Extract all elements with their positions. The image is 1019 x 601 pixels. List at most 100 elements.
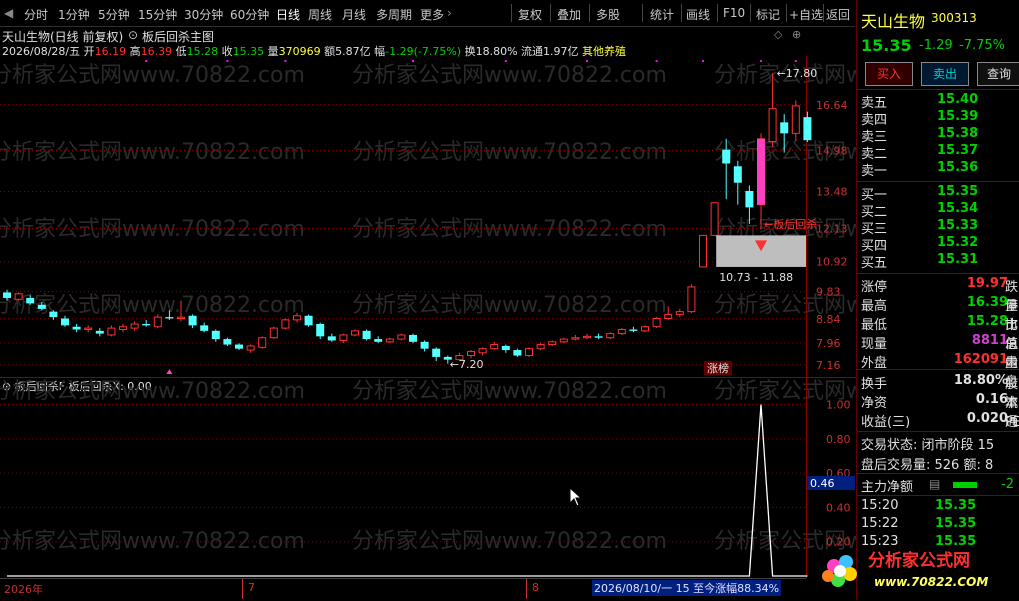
price-axis-label: 14.98: [816, 144, 848, 157]
mouse-cursor-icon: [569, 487, 583, 507]
tab-5min[interactable]: 5分钟: [98, 6, 130, 23]
candle: [675, 308, 684, 318]
draw-line-button[interactable]: 画线: [686, 6, 710, 23]
tab-30min[interactable]: 30分钟: [184, 6, 223, 23]
month-8-label: 8: [532, 581, 539, 594]
watermark-text: 分析家公式网www.70822.com: [0, 379, 305, 404]
tab-fenshi[interactable]: 分时: [24, 6, 48, 23]
f10-button[interactable]: F10: [723, 6, 745, 20]
stat-row: 换手 18.80% 股本: [857, 373, 1019, 411]
candle: [548, 340, 557, 346]
tab-15min[interactable]: 15分钟: [138, 6, 177, 23]
signal-dot: [794, 60, 797, 62]
candle: [223, 337, 232, 346]
signal-dot: [655, 60, 658, 62]
period-toolbar: ◀ 分时 1分钟 5分钟 15分钟 30分钟 60分钟 日线 周线 月线 多周期…: [0, 0, 855, 27]
stock-name: 天山生物: [861, 12, 926, 31]
fuquan-button[interactable]: 复权: [518, 6, 542, 23]
candlestick-chart[interactable]: 分析家公式网www.70822.com 分析家公式网www.70822.com 分析…: [0, 56, 856, 378]
price-axis-label: 9.83: [816, 286, 841, 299]
bid-row: 买五 15.31: [857, 252, 1019, 271]
mark-button[interactable]: 标记: [756, 6, 780, 23]
candle: [200, 322, 209, 333]
ask-row: 卖二 15.37: [857, 143, 1019, 162]
watermark-text: 分析家公式网www.70822.com: [352, 379, 667, 404]
main-net-value: -2: [1001, 477, 1014, 492]
gap-range-label: 10.73 - 11.88: [719, 271, 793, 284]
watermark-text: 分析家公式网www.70822.com: [0, 63, 305, 88]
chevron-right-icon[interactable]: ›: [447, 6, 452, 20]
table-icon[interactable]: ▤: [929, 477, 940, 491]
candle: [606, 332, 615, 340]
scroll-left-icon[interactable]: ◀: [4, 6, 13, 20]
candle: [211, 329, 220, 342]
tab-60min[interactable]: 60分钟: [230, 6, 269, 23]
stat-label: 最低: [861, 318, 888, 333]
gap-range-box: [716, 235, 806, 267]
date-axis: 2026年 7 8 2026/08/10/一 15 至今涨幅88.34%: [0, 578, 806, 601]
indicator-axis-label: 0.40: [826, 501, 851, 514]
candle: [432, 347, 441, 362]
tab-1min[interactable]: 1分钟: [58, 6, 90, 23]
candle: [258, 336, 267, 349]
tick-time: 15:22: [861, 516, 899, 531]
cursor-value: 0.46: [810, 477, 835, 490]
watermark-text: 分析家公式网www.70822.com: [0, 140, 305, 165]
watermark-text: 分析家公式网www.70822.com: [0, 217, 305, 242]
stats-button[interactable]: 统计: [650, 6, 674, 23]
candle: [235, 343, 243, 351]
tab-monthly[interactable]: 月线: [342, 6, 366, 23]
tab-multi-period[interactable]: 多周期: [376, 6, 412, 23]
signal-dot: [586, 60, 588, 62]
signal-dot: [226, 60, 229, 62]
overlay-button[interactable]: 叠加: [557, 6, 581, 23]
bid-price: 15.32: [937, 235, 979, 250]
formula-dropdown-icon[interactable]: ⊙: [128, 28, 138, 42]
stat-value: 0.020: [966, 411, 1008, 426]
query-button[interactable]: 查询: [977, 62, 1019, 86]
candle: [478, 347, 487, 356]
candle: [687, 284, 696, 314]
candle: [525, 347, 533, 357]
candle: [327, 333, 336, 342]
price-axis-label: 13.48: [816, 185, 848, 198]
zhangbang-label: 涨榜: [707, 361, 729, 375]
zoom-icon[interactable]: ⊕: [792, 28, 801, 41]
candle: [351, 329, 359, 337]
candle: [316, 322, 325, 340]
stat-row: 收益(三) 0.020PE(动: [857, 411, 1019, 430]
candle: [281, 318, 290, 330]
stat-row: 现量 8811 总量: [857, 333, 1019, 371]
watermark-text: 分析家公式网www.70822.com: [352, 293, 667, 318]
candle: [420, 340, 429, 352]
tab-weekly[interactable]: 周线: [308, 6, 332, 23]
stat-row: 最高 16.39 量比: [857, 295, 1019, 333]
flower-logo-icon: [822, 555, 857, 587]
price-axis-label: 16.64: [816, 99, 848, 112]
candle: [641, 325, 649, 333]
signal-dot: [145, 60, 148, 62]
candle: [710, 202, 719, 236]
price-change: -1.29: [919, 38, 953, 53]
sell-button[interactable]: 卖出: [921, 62, 969, 86]
stat-row: 最低 15.28 市值: [857, 314, 1019, 352]
ask-label: 卖一: [861, 164, 888, 179]
logo-url: www.70822.COM: [874, 575, 988, 589]
candle: [374, 336, 383, 344]
stat-label: 现量: [861, 337, 888, 352]
back-button[interactable]: 返回: [826, 6, 850, 23]
site-logo: 分析家公式网 www.70822.COM: [822, 550, 988, 589]
indicator-chart[interactable]: 分析家公式网www.70822.com 分析家公式网www.70822.com 分析…: [0, 378, 856, 578]
logo-cn: 分析家公式网: [868, 550, 970, 571]
add-watchlist-button[interactable]: +自选: [789, 6, 823, 23]
tab-more[interactable]: 更多: [420, 6, 444, 23]
tab-daily[interactable]: 日线: [276, 6, 300, 23]
candle: [583, 333, 591, 340]
month-7-label: 7: [248, 581, 255, 594]
diamond-icon[interactable]: ◇: [774, 28, 782, 41]
candle: [791, 100, 800, 142]
multi-stock-button[interactable]: 多股: [596, 6, 620, 23]
price-axis-label: 8.84: [816, 313, 841, 326]
buy-button[interactable]: 买入: [865, 62, 913, 86]
bid-row: 买三 15.33: [857, 218, 1019, 237]
